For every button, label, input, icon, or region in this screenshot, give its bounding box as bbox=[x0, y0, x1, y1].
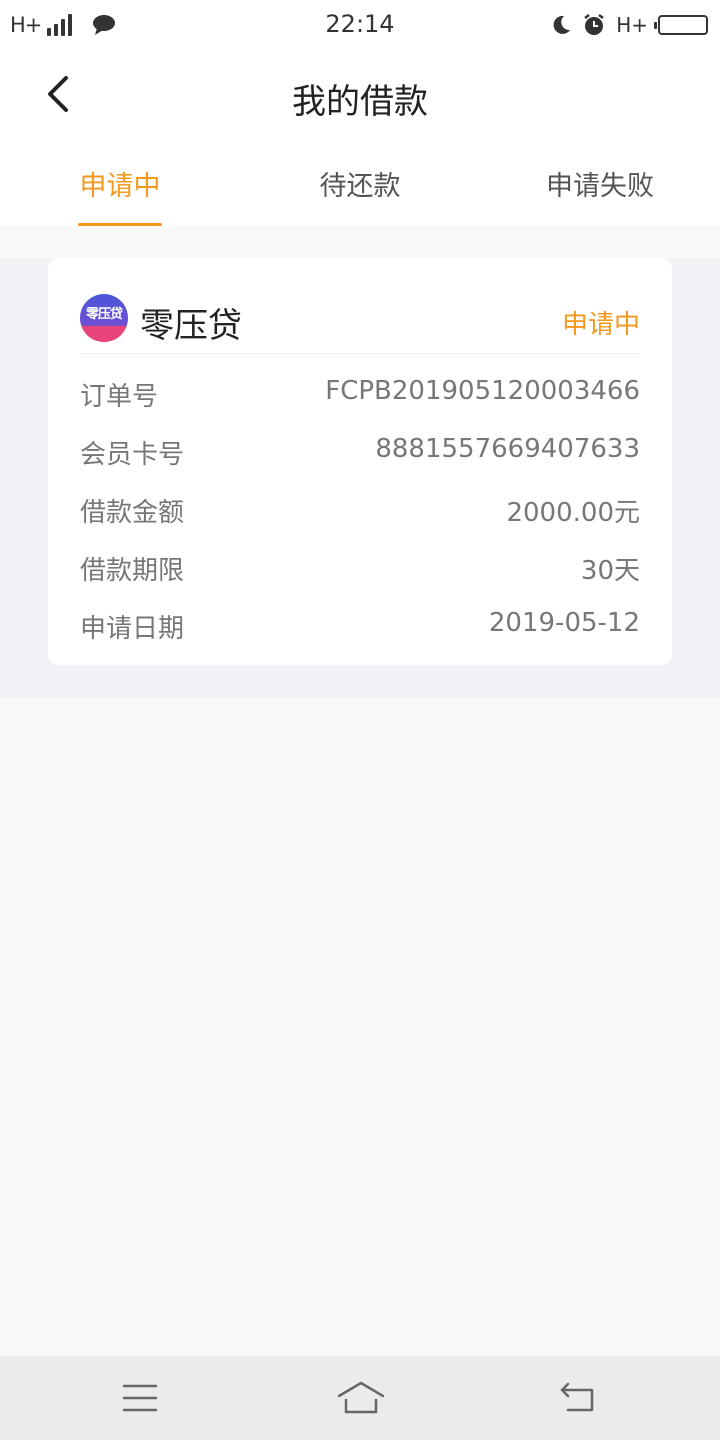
brand-name: 零压贷 bbox=[140, 306, 242, 346]
loan-status-badge: 申请中 bbox=[561, 310, 640, 340]
detail-row-loan-term: 借款期限 30天 bbox=[80, 546, 640, 604]
loan-amount-value: 2000.00元 bbox=[506, 498, 640, 528]
alarm-clock-icon bbox=[584, 14, 604, 35]
loan-card[interactable]: 零压贷 零压贷 申请中 订单号 FCPB201905120003466 会员卡号… bbox=[48, 258, 672, 665]
network-type-right-label: H+ bbox=[616, 13, 648, 37]
loan-term-value: 30天 bbox=[580, 556, 640, 586]
status-bar: H+ 22:14 H+ bbox=[0, 0, 720, 50]
member-card-label: 会员卡号 bbox=[80, 440, 185, 470]
moon-icon bbox=[553, 15, 571, 34]
menu-icon[interactable] bbox=[118, 1378, 162, 1418]
detail-row-loan-amount: 借款金额 2000.00元 bbox=[80, 488, 640, 546]
detail-row-member-card: 会员卡号 8881557669407633 bbox=[80, 430, 640, 488]
status-tabs: 申请中 待还款 申请失败 bbox=[0, 140, 720, 226]
loan-term-label: 借款期限 bbox=[80, 556, 185, 586]
order-number-value: FCPB201905120003466 bbox=[325, 376, 640, 406]
page-title: 我的借款 bbox=[292, 82, 428, 122]
tab-applying[interactable]: 申请中 bbox=[60, 164, 180, 203]
detail-row-order-number: 订单号 FCPB201905120003466 bbox=[80, 372, 640, 430]
loan-details: 订单号 FCPB201905120003466 会员卡号 88815576694… bbox=[80, 372, 640, 662]
active-tab-indicator bbox=[78, 223, 162, 226]
home-icon[interactable] bbox=[336, 1378, 386, 1418]
back-arrow-icon[interactable] bbox=[556, 1378, 600, 1418]
app-header: 我的借款 bbox=[0, 50, 720, 140]
loan-card-header: 零压贷 零压贷 申请中 bbox=[80, 294, 640, 354]
member-card-value: 8881557669407633 bbox=[375, 434, 640, 464]
order-number-label: 订单号 bbox=[80, 382, 159, 412]
tab-pending-repayment[interactable]: 待还款 bbox=[300, 164, 420, 203]
loan-amount-label: 借款金额 bbox=[80, 498, 185, 528]
apply-date-value: 2019-05-12 bbox=[488, 608, 640, 638]
system-nav-bar bbox=[0, 1356, 720, 1440]
apply-date-label: 申请日期 bbox=[80, 614, 185, 644]
battery-icon bbox=[654, 15, 708, 35]
tab-application-failed[interactable]: 申请失败 bbox=[540, 164, 660, 203]
status-right: H+ bbox=[550, 10, 708, 40]
detail-row-apply-date: 申请日期 2019-05-12 bbox=[80, 604, 640, 662]
brand-logo-icon: 零压贷 bbox=[80, 294, 128, 342]
